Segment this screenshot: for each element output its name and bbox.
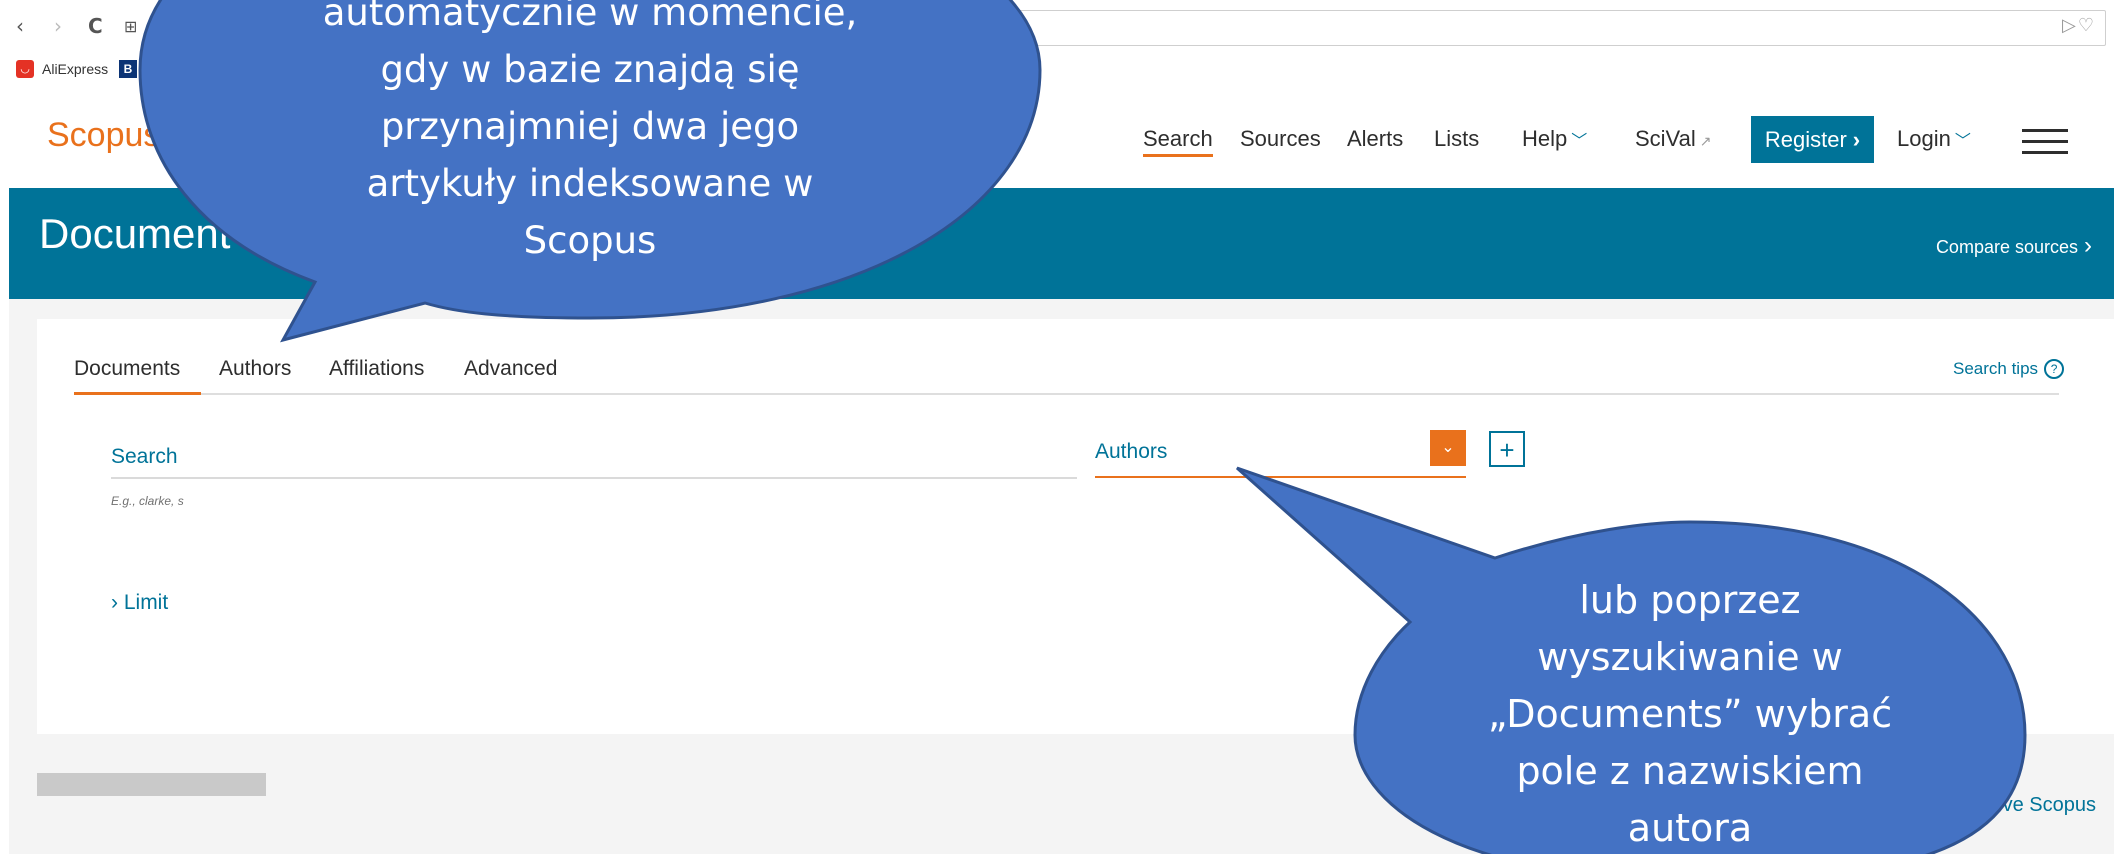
callout-top-line: przynajmniej dwa jego [380, 105, 800, 148]
callout-top-line: automatycznie w momencie, [322, 0, 858, 34]
callout-top-line: artykuły indeksowane w [366, 162, 814, 205]
callout-bottom-line: lub poprzez [1579, 578, 1801, 622]
callout-bottom-line: wyszukiwanie w [1537, 635, 1843, 679]
callout-bottom-line: „Documents” wybrać [1487, 692, 1893, 736]
callout-top-line: Scopus [523, 219, 657, 262]
callout-bottom-line: autora [1627, 806, 1753, 850]
callout-bottom-line: pole z nazwiskiem [1516, 749, 1864, 793]
callout-bottom-text: lub poprzez wyszukiwanie w „Documents” w… [1390, 572, 1990, 857]
callout-top-line: gdy w bazie znajdą się [380, 48, 800, 91]
callout-top-text: automatycznie w momencie, gdy w bazie zn… [260, 0, 920, 269]
